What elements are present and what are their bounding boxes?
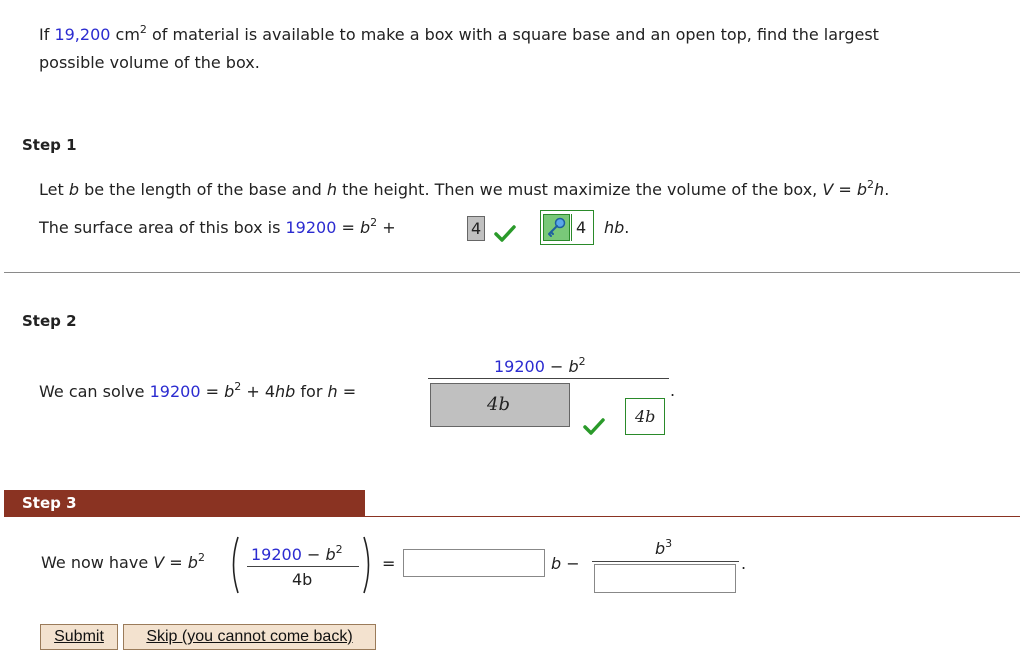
minus: −	[561, 554, 580, 573]
area-unit: cm	[115, 25, 140, 44]
step2-correct-answer-box: 4b	[625, 398, 665, 435]
divider-line	[4, 272, 1020, 273]
plus: +	[377, 218, 396, 237]
var-hb: hb	[275, 382, 296, 401]
problem-line-1: If 19,200 cm2 of material is available t…	[39, 23, 879, 44]
step1-line-1: Let b be the length of the base and h th…	[39, 178, 890, 199]
var-V: V	[153, 553, 165, 572]
area-exponent: 2	[139, 23, 147, 36]
problem-line-2: possible volume of the box.	[39, 53, 260, 72]
for-text: for	[295, 382, 328, 401]
minus: −	[301, 545, 326, 564]
volume-coefficient-input[interactable]	[403, 549, 545, 577]
step3-frac-denominator: 4b	[292, 570, 313, 589]
equals: =	[833, 180, 857, 199]
exponent: 2	[867, 178, 875, 191]
step3-text-a: We now have	[41, 553, 154, 572]
period: .	[741, 554, 747, 573]
var-b: b	[224, 382, 235, 401]
fraction-bar	[428, 378, 669, 379]
step2-value: 19200	[149, 382, 201, 401]
exponent: 3	[665, 537, 673, 550]
b-cubed-frac-bar	[592, 561, 739, 562]
step1-answer-value: 4	[471, 219, 482, 238]
minus: −	[544, 357, 569, 376]
var-b: b	[187, 553, 198, 572]
exponent: 2	[335, 543, 343, 556]
step3-line: We now have V = b2	[41, 551, 205, 572]
var-hb: hb	[604, 218, 625, 237]
var-b: b	[551, 554, 562, 573]
var-b: b	[325, 545, 336, 564]
denominator-input[interactable]	[594, 564, 736, 593]
correct-answer-divider	[571, 214, 572, 241]
var-b: b	[68, 180, 79, 199]
var-h: h	[874, 180, 885, 199]
var-b: b	[359, 218, 371, 237]
frac-numerator-value: 19200	[251, 545, 302, 564]
step2-line: We can solve 19200 = b2 + 4hb for h =	[39, 381, 357, 401]
skip-button[interactable]: Skip (you cannot come back)	[123, 624, 376, 650]
var-V: V	[822, 180, 834, 199]
equals: =	[164, 553, 188, 572]
period: .	[884, 180, 890, 199]
step2-text-a: We can solve	[39, 382, 150, 401]
var-b: b	[655, 539, 666, 558]
key-icon-tile	[543, 214, 570, 241]
equals: =	[336, 218, 360, 237]
step1-text-c: the height. Then we must maximize the vo…	[337, 180, 823, 199]
step2-heading: Step 2	[22, 312, 77, 330]
equals: =	[337, 382, 357, 401]
problem-rest: of material is available to make a box w…	[146, 25, 879, 44]
key-icon	[548, 217, 566, 237]
period: .	[670, 381, 676, 400]
step2-answer-box: 4b	[430, 383, 570, 427]
b-cubed: b3	[655, 537, 673, 558]
surface-area-text: The surface area of this box is	[39, 218, 286, 237]
step1-answer-box: 4	[467, 216, 485, 241]
hb-text: hb.	[604, 218, 629, 237]
equals-sign: =	[382, 554, 396, 573]
check-icon	[583, 418, 605, 435]
plus-four: + 4	[241, 382, 276, 401]
frac-bar	[247, 566, 359, 567]
right-paren	[363, 536, 370, 594]
step1-text-b: be the length of the base and	[79, 180, 327, 199]
left-paren	[232, 536, 239, 594]
submit-button[interactable]: Submit	[40, 624, 118, 650]
numerator-value: 19200	[494, 357, 545, 376]
step2-numerator: 19200 − b2	[494, 355, 586, 376]
period: .	[624, 218, 630, 237]
var-h: h	[327, 382, 338, 401]
surface-area-value: 19200	[285, 218, 337, 237]
step1-heading: Step 1	[22, 136, 77, 154]
step1-correct-value: 4	[576, 218, 587, 237]
equals: =	[200, 382, 225, 401]
area-value: 19,200	[54, 25, 111, 44]
var-h: h	[326, 180, 338, 199]
step2-answer-value: 4b	[487, 394, 510, 415]
step3-header-line	[4, 516, 1020, 517]
step1-line-2: The surface area of this box is 19200 = …	[39, 217, 396, 237]
mid-term: b −	[551, 554, 580, 573]
exponent: 2	[197, 551, 205, 564]
exponent: 2	[578, 355, 586, 368]
var-b: b	[856, 180, 868, 199]
step1-correct-answer-box: 4	[540, 210, 594, 245]
step1-text-a: Let	[39, 180, 69, 199]
check-icon	[494, 225, 516, 242]
step3-heading: Step 3	[22, 494, 77, 512]
step3-frac-numerator: 19200 − b2	[251, 543, 343, 564]
var-b: b	[568, 357, 579, 376]
problem-prefix: If	[39, 25, 55, 44]
step2-correct-value: 4b	[635, 407, 656, 426]
